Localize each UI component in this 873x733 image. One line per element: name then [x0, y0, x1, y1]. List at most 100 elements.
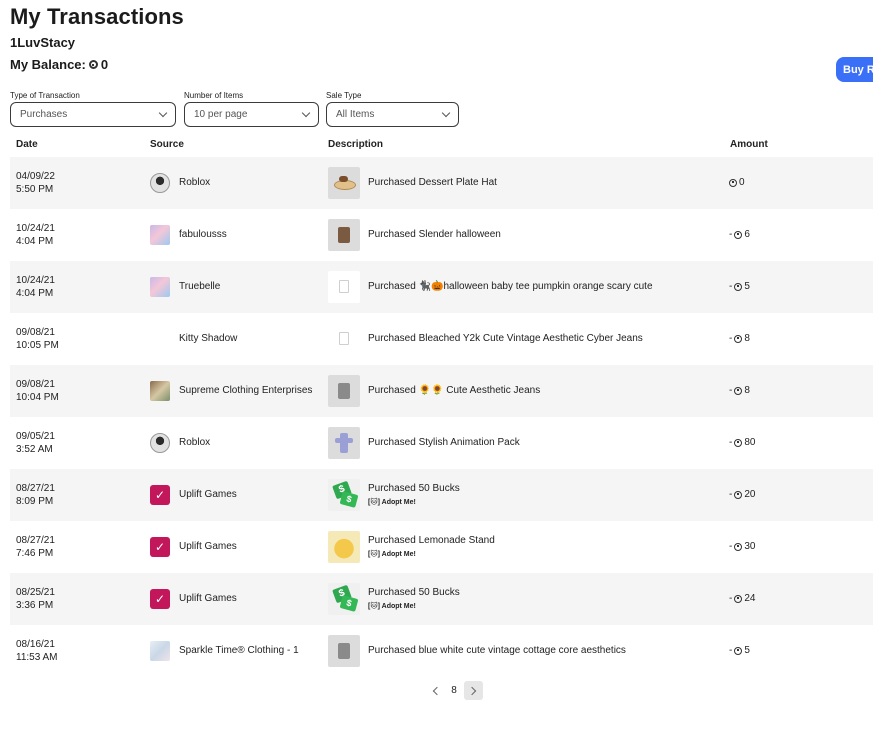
robux-icon — [734, 438, 743, 447]
source-avatar[interactable] — [150, 277, 170, 297]
date-text: 08/25/21 — [16, 587, 55, 598]
item-thumbnail[interactable] — [328, 375, 360, 407]
item-thumbnail[interactable] — [328, 583, 360, 615]
source-avatar[interactable]: ✓ — [150, 589, 170, 609]
time-text: 4:04 PM — [16, 236, 54, 247]
description-text[interactable]: Purchased 50 Bucks — [368, 587, 460, 598]
date-text: 08/27/21 — [16, 483, 55, 494]
date-cell: 10/24/21 4:04 PM — [16, 274, 55, 300]
column-description: Description — [328, 139, 384, 150]
item-thumbnail[interactable] — [328, 271, 360, 303]
amount-cell: -5 — [729, 281, 750, 292]
game-link[interactable]: [🐱] Adopt Me! — [368, 498, 416, 506]
source-name[interactable]: Supreme Clothing Enterprises — [179, 385, 317, 396]
date-cell: 08/16/21 11:53 AM — [16, 638, 58, 664]
source-name[interactable]: Uplift Games — [179, 593, 317, 604]
balance-value: 0 — [100, 57, 109, 72]
robux-icon — [734, 594, 743, 603]
robux-icon — [734, 282, 743, 291]
table-row: 09/08/21 10:05 PM Kitty Shadow Purchased … — [10, 313, 873, 365]
date-cell: 09/08/21 10:04 PM — [16, 378, 59, 404]
next-page-button[interactable] — [464, 681, 483, 700]
item-thumbnail[interactable] — [328, 167, 360, 199]
item-thumbnail[interactable] — [328, 323, 360, 355]
chevron-left-icon — [432, 686, 441, 695]
time-text: 5:50 PM — [16, 184, 54, 195]
transaction-type-value: Purchases — [20, 109, 68, 120]
amount-cell: -5 — [729, 645, 750, 656]
item-thumbnail[interactable] — [328, 479, 360, 511]
source-name[interactable]: Uplift Games — [179, 541, 317, 552]
source-avatar[interactable]: ✓ — [150, 485, 170, 505]
username: 1LuvStacy — [10, 35, 76, 50]
description-text[interactable]: Purchased Lemonade Stand — [368, 535, 495, 546]
item-thumbnail[interactable] — [328, 219, 360, 251]
game-link[interactable]: [🐱] Adopt Me! — [368, 550, 416, 558]
source-avatar[interactable] — [150, 225, 170, 245]
table-row: 10/24/21 4:04 PM fabulousss Purchased Sle… — [10, 209, 873, 261]
source-name[interactable]: fabulousss — [179, 229, 317, 240]
amount-text: 5 — [744, 281, 750, 292]
robux-icon — [734, 386, 743, 395]
table-row: 08/27/21 8:09 PM ✓ Uplift Games Purchased… — [10, 469, 873, 521]
table-row: 08/27/21 7:46 PM ✓ Uplift Games Purchased… — [10, 521, 873, 573]
description-text[interactable]: Purchased 🌻🌻 Cute Aesthetic Jeans — [368, 385, 540, 396]
column-source: Source — [150, 139, 184, 150]
description-text[interactable]: Purchased Stylish Animation Pack — [368, 437, 520, 448]
description-text[interactable]: Purchased 50 Bucks — [368, 483, 460, 494]
page-title: My Transactions — [10, 4, 184, 29]
table-row: 09/05/21 3:52 AM Roblox Purchased Stylish… — [10, 417, 873, 469]
source-avatar[interactable] — [150, 641, 170, 661]
chevron-right-icon — [467, 686, 477, 695]
transaction-type-label: Type of Transaction — [10, 91, 80, 100]
robux-icon — [734, 230, 743, 239]
source-name[interactable]: Truebelle — [179, 281, 317, 292]
robux-icon — [734, 646, 743, 655]
game-link[interactable]: [🐱] Adopt Me! — [368, 602, 416, 610]
amount-cell: -8 — [729, 333, 750, 344]
buy-robux-button[interactable]: Buy Robux — [836, 57, 873, 82]
items-count-value: 10 per page — [194, 109, 248, 120]
chevron-down-icon — [441, 108, 451, 118]
items-count-select[interactable]: 10 per page — [184, 102, 319, 127]
source-name[interactable]: Sparkle Time® Clothing - 1 — [179, 645, 317, 656]
source-avatar[interactable] — [150, 173, 170, 193]
date-cell: 08/27/21 7:46 PM — [16, 534, 55, 560]
time-text: 10:04 PM — [16, 392, 59, 403]
amount-text: 80 — [744, 437, 756, 448]
item-thumbnail[interactable] — [328, 427, 360, 459]
sale-type-value: All Items — [336, 109, 375, 120]
time-text: 3:52 AM — [16, 444, 53, 455]
source-name[interactable]: Roblox — [179, 177, 317, 188]
item-thumbnail[interactable] — [328, 531, 360, 563]
table-row: 04/09/22 5:50 PM Roblox Purchased Dessert… — [10, 157, 873, 209]
source-avatar[interactable] — [150, 329, 170, 349]
amount-cell: -20 — [729, 489, 756, 500]
description-text[interactable]: Purchased Slender halloween — [368, 229, 501, 240]
source-name[interactable]: Roblox — [179, 437, 317, 448]
date-text: 10/24/21 — [16, 275, 55, 286]
amount-cell: 0 — [729, 177, 745, 188]
robux-icon — [88, 60, 98, 69]
items-count-label: Number of Items — [184, 91, 244, 100]
description-text[interactable]: Purchased blue white cute vintage cottag… — [368, 645, 626, 656]
date-text: 09/08/21 — [16, 379, 55, 390]
time-text: 8:09 PM — [16, 496, 54, 507]
source-avatar[interactable] — [150, 381, 170, 401]
amount-text: 0 — [739, 177, 745, 188]
description-text[interactable]: Purchased Dessert Plate Hat — [368, 177, 497, 188]
robux-icon — [734, 490, 743, 499]
description-text[interactable]: Purchased 🐈‍⬛🎃halloween baby tee pumpkin… — [368, 281, 653, 292]
source-name[interactable]: Uplift Games — [179, 489, 317, 500]
item-thumbnail[interactable] — [328, 635, 360, 667]
sale-type-select[interactable]: All Items — [326, 102, 459, 127]
date-text: 08/27/21 — [16, 535, 55, 546]
source-name[interactable]: Kitty Shadow — [179, 333, 317, 344]
description-text[interactable]: Purchased Bleached Y2k Cute Vintage Aest… — [368, 333, 643, 344]
time-text: 7:46 PM — [16, 548, 54, 559]
previous-page-button[interactable] — [426, 681, 444, 700]
source-avatar[interactable] — [150, 433, 170, 453]
source-avatar[interactable]: ✓ — [150, 537, 170, 557]
transaction-type-select[interactable]: Purchases — [10, 102, 176, 127]
robux-icon — [734, 334, 743, 343]
